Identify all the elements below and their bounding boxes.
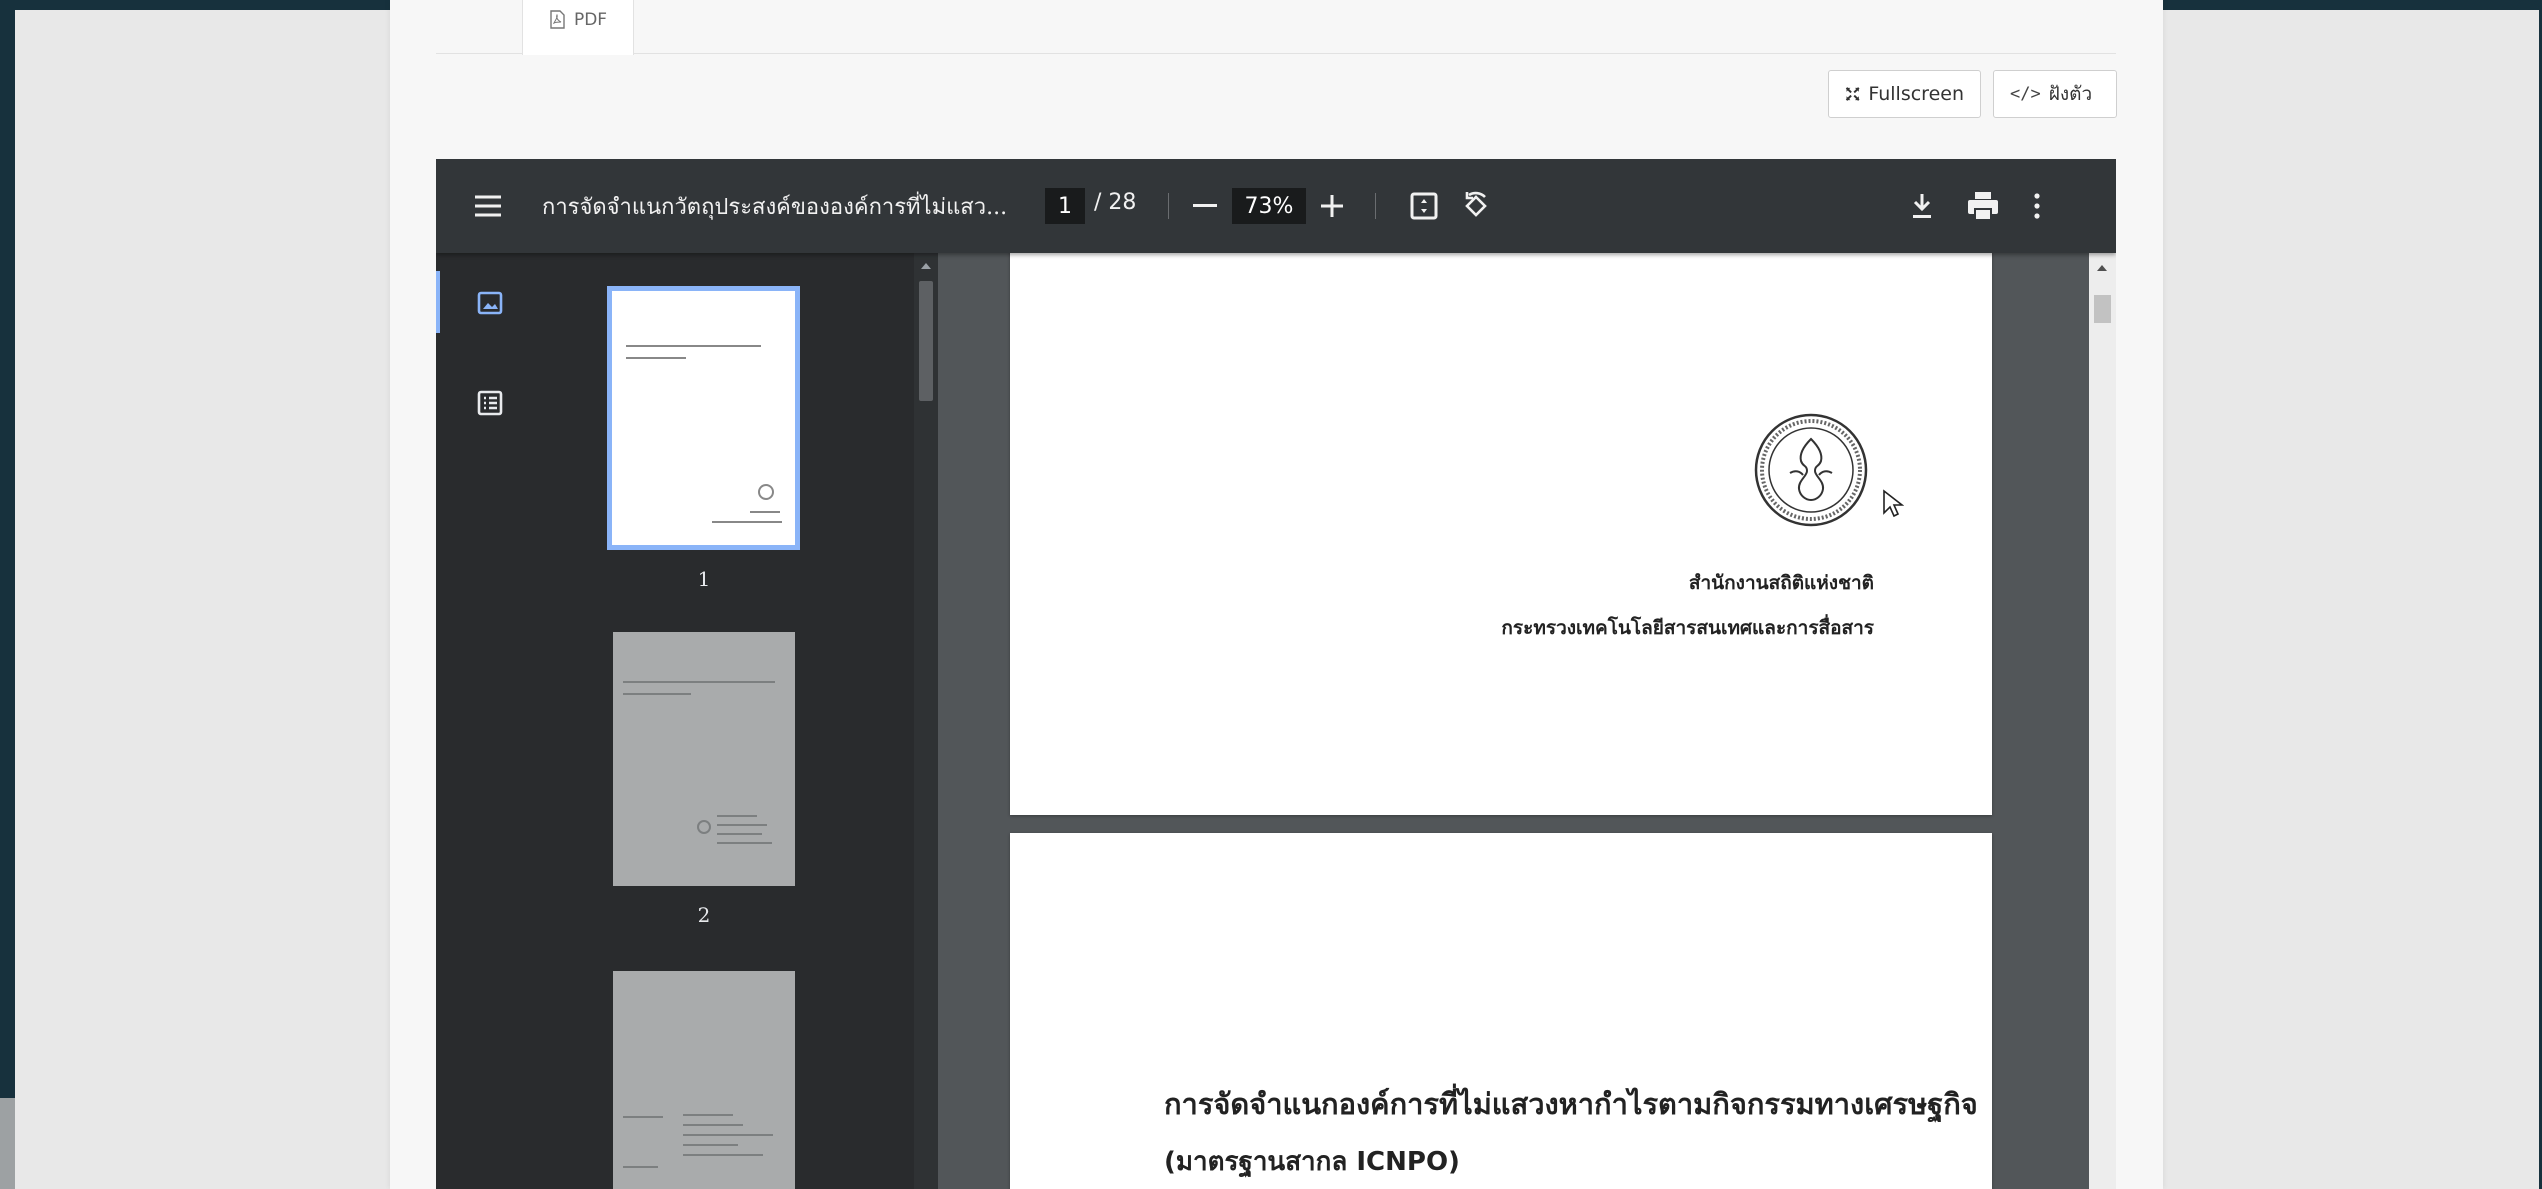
document-subheading: (มาตรฐานสากล ICNPO) [1164,1147,1460,1177]
code-icon: </> [2010,84,2041,104]
pdf-viewer: การจัดจำแนกวัตถุประสงค์ขององค์การที่ไม่แ… [436,159,2116,1189]
toolbar-divider [1168,193,1169,219]
left-frame-lower [0,1098,15,1189]
pdf-file-icon [550,10,565,29]
thumbnail-list: 1 2 [436,253,914,1189]
tab-pdf[interactable]: PDF [522,0,634,55]
page-total: / 28 [1094,190,1137,215]
fit-page-icon[interactable] [1407,189,1441,223]
menu-icon[interactable] [472,191,504,221]
scroll-up-arrow[interactable] [2097,265,2107,271]
page-thumbnail[interactable] [613,632,795,886]
print-icon[interactable] [1965,189,2001,223]
mouse-cursor-icon [1883,489,1904,518]
download-icon[interactable] [1907,189,1937,223]
thumbnail-label: 1 [697,567,711,591]
embed-button[interactable]: </> ฝังตัว [1993,70,2117,118]
tab-strip: PDF [436,0,2116,55]
page-thumbnail[interactable] [613,971,795,1189]
pdf-content-area[interactable]: สำนักงานสถิติแห่งชาติ กระทรวงเทคโนโลยีสา… [938,233,2116,1189]
content-scroll-thumb[interactable] [2094,295,2111,323]
thumbnail-label: 2 [697,903,711,927]
zoom-out-icon[interactable] [1190,189,1220,223]
page-thumbnail[interactable] [607,286,800,550]
content-card: PDF Fullscreen </> ฝังตัว การจัดจำแนกวัต… [390,0,2163,1189]
document-title: การจัดจำแนกวัตถุประสงค์ขององค์การที่ไม่แ… [542,195,1008,220]
embed-label: ฝังตัว [2048,83,2093,105]
fullscreen-button[interactable]: Fullscreen [1828,70,1981,118]
sidebar-scroll-thumb[interactable] [919,281,933,401]
fullscreen-label: Fullscreen [1868,83,1964,105]
sidebar-scrollbar[interactable] [914,253,938,1189]
rotate-icon[interactable] [1457,187,1495,225]
zoom-level-input[interactable]: 73% [1232,188,1306,224]
more-options-icon[interactable] [2022,189,2052,223]
thumbnail-sidebar: 1 2 [436,253,914,1189]
pdf-page-1: สำนักงานสถิติแห่งชาติ กระทรวงเทคโนโลยีสา… [1010,233,1992,815]
content-scrollbar[interactable] [2089,253,2116,1189]
toolbar-divider [1375,193,1376,219]
document-heading: การจัดจำแนกองค์การที่ไม่แสวงหากำไรตามกิจ… [1164,1087,1978,1121]
expand-icon [1845,87,1860,101]
tab-pdf-label: PDF [573,10,608,30]
window-left-frame [0,0,15,1189]
ministry-name: กระทรวงเทคโนโลยีสารสนเทศและการสื่อสาร [1501,617,1874,639]
page-number-input[interactable]: 1 [1045,188,1085,224]
scroll-up-arrow[interactable] [921,263,931,269]
organization-name: สำนักงานสถิติแห่งชาติ [1688,572,1874,594]
zoom-in-icon[interactable] [1316,189,1348,223]
nso-seal-icon [1754,413,1868,527]
pdf-toolbar: การจัดจำแนกวัตถุประสงค์ขององค์การที่ไม่แ… [436,159,2116,253]
pdf-page-2: การจัดจำแนกองค์การที่ไม่แสวงหากำไรตามกิจ… [1010,833,1992,1189]
